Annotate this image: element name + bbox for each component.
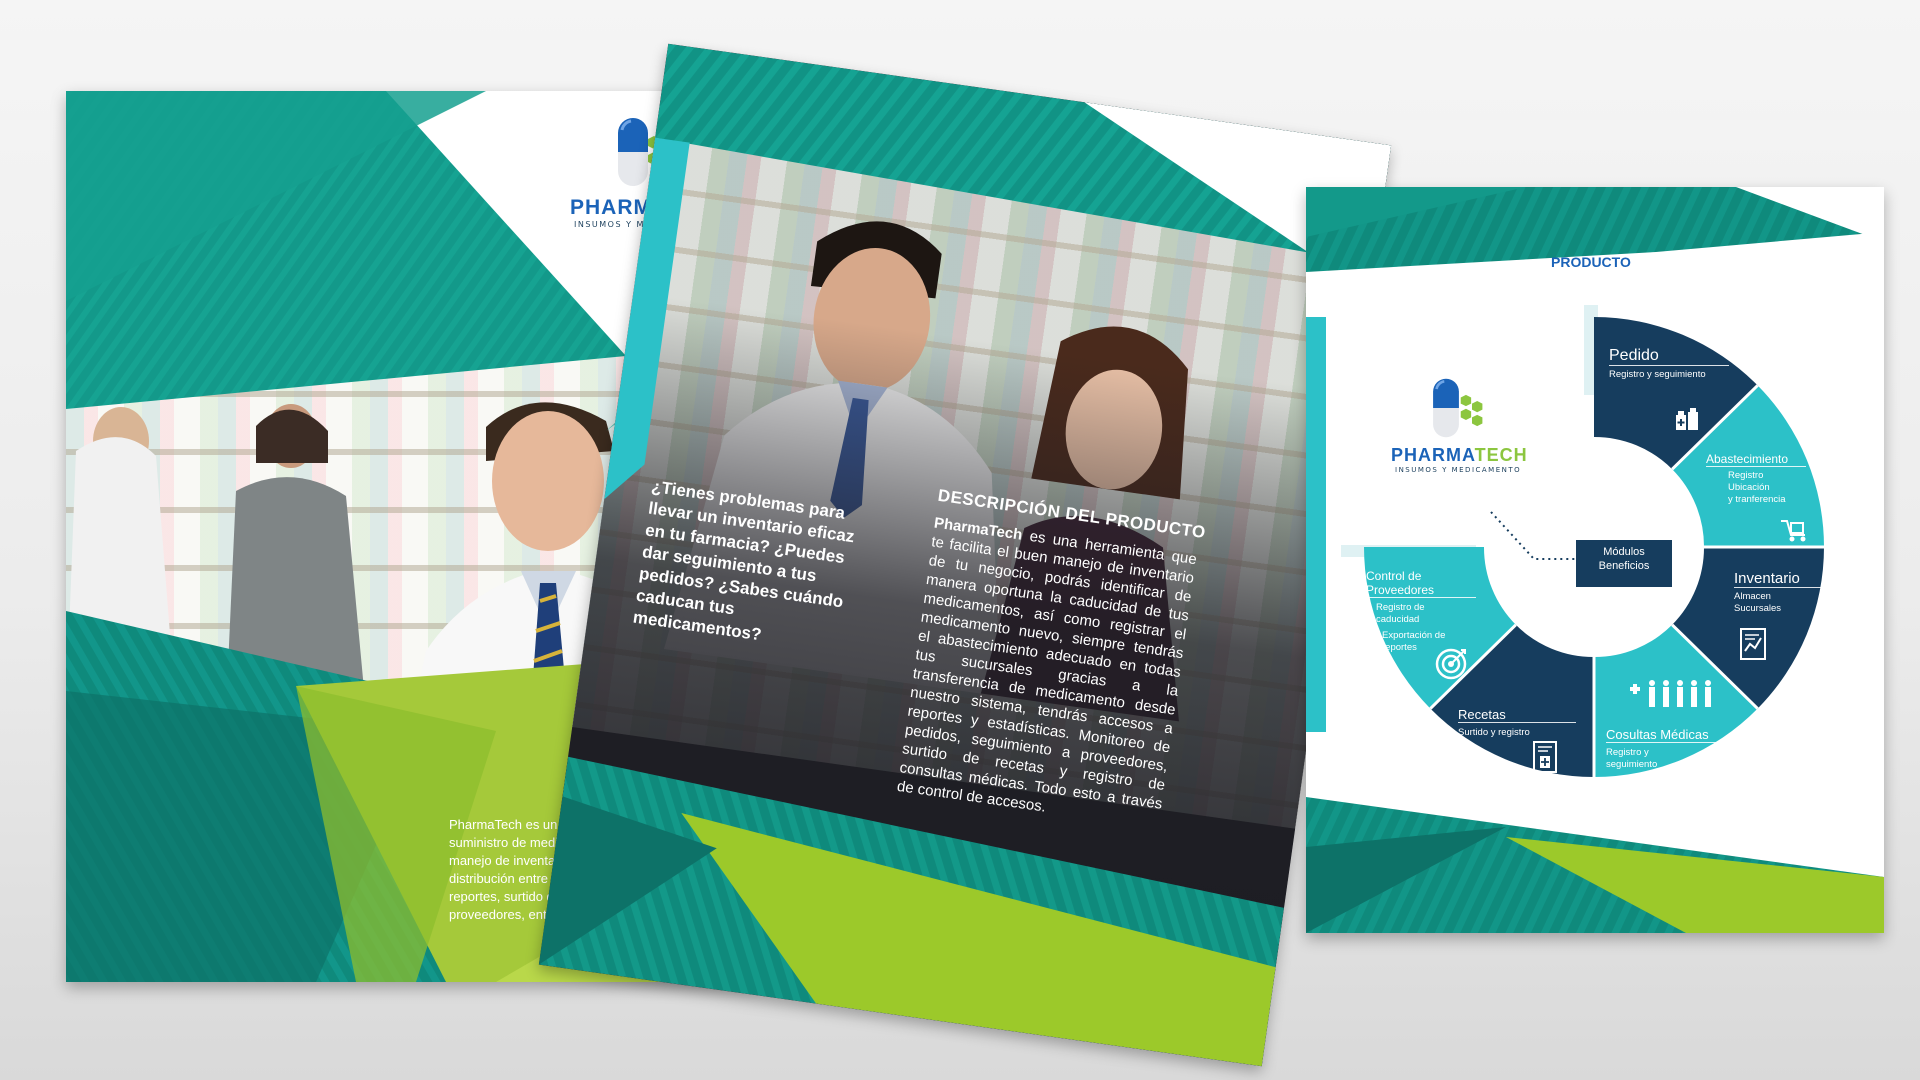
prescription-icon (1533, 741, 1557, 773)
proveedores-title-2: Proveedores (1366, 583, 1476, 598)
proveedores-sub-2: caducidad (1376, 614, 1420, 625)
label-consultas: Cosultas Médicas Registro y seguimiento (1606, 727, 1736, 771)
inventario-title: Inventario (1734, 570, 1824, 588)
pedido-title: Pedido (1609, 347, 1729, 366)
capsule-icon (618, 118, 648, 186)
description-body: PharmaTech es una herramienta que te fac… (896, 513, 1198, 832)
product-logo: PHARMATECH INSUMOS Y MEDICAMENTO (1391, 377, 1561, 487)
report-chart-icon (1740, 628, 1766, 660)
proveedores-sub-1: Registro de (1376, 602, 1425, 613)
label-pedido: Pedido Registro y seguimiento (1609, 347, 1729, 381)
label-abastecimiento: Abastecimiento Registro Ubicación y tran… (1706, 452, 1806, 506)
capsule-icon (1433, 378, 1459, 438)
inventario-sub-1: Almacen (1734, 591, 1771, 602)
recetas-sub: Surtido y registro (1458, 727, 1530, 738)
abastecimiento-sub-2: Ubicación (1728, 482, 1770, 493)
abastecimiento-title: Abastecimiento (1706, 452, 1806, 467)
proveedores-title-1: Control de (1366, 569, 1422, 583)
modules-line-2: Beneficios (1598, 560, 1650, 572)
target-icon (1435, 648, 1467, 680)
pedido-sub: Registro y seguimiento (1609, 369, 1706, 380)
delivery-cart-icon (1781, 520, 1806, 542)
connector-line (1490, 511, 1584, 560)
hexagon-cluster-icon (1460, 394, 1483, 427)
people-medical-icon (1630, 680, 1711, 707)
proveedores-sub-3: Exportación de (1382, 630, 1446, 641)
medicine-bottles-icon (1676, 408, 1698, 430)
brand-tagline: INSUMOS Y MEDICAMENTO (1395, 466, 1522, 474)
consultas-sub-2: seguimiento (1606, 759, 1658, 770)
description-text: es una herramienta que te facilita el bu… (895, 526, 1198, 816)
consultas-title: Cosultas Médicas (1606, 727, 1736, 743)
label-proveedores: Control de Proveedores Registro de caduc… (1366, 569, 1476, 654)
modules-center-box: Módulos Beneficios (1576, 540, 1672, 587)
abastecimiento-sub-1: Registro (1728, 470, 1764, 481)
inventario-sub-2: Sucursales (1734, 603, 1781, 614)
abastecimiento-sub-3: y tranferencia (1728, 494, 1786, 505)
brochure-product-panel: PRODUCTO PHARMATECH INSUMOS Y MEDICAMENT… (1306, 187, 1884, 933)
brand-name: PHARMATECH (1391, 445, 1528, 465)
recetas-title: Recetas (1458, 707, 1576, 723)
question-text: ¿Tienes problemas para llevar un inventa… (631, 476, 856, 645)
consultas-sub-1: Registro y (1606, 747, 1649, 758)
brochure-inner-panel: ¿Tienes problemas para llevar un inventa… (538, 43, 1392, 1067)
label-recetas: Recetas Surtido y registro (1458, 707, 1576, 739)
modules-line-1: Módulos (1603, 546, 1645, 558)
label-inventario: Inventario Almacen Sucursales (1734, 570, 1824, 615)
